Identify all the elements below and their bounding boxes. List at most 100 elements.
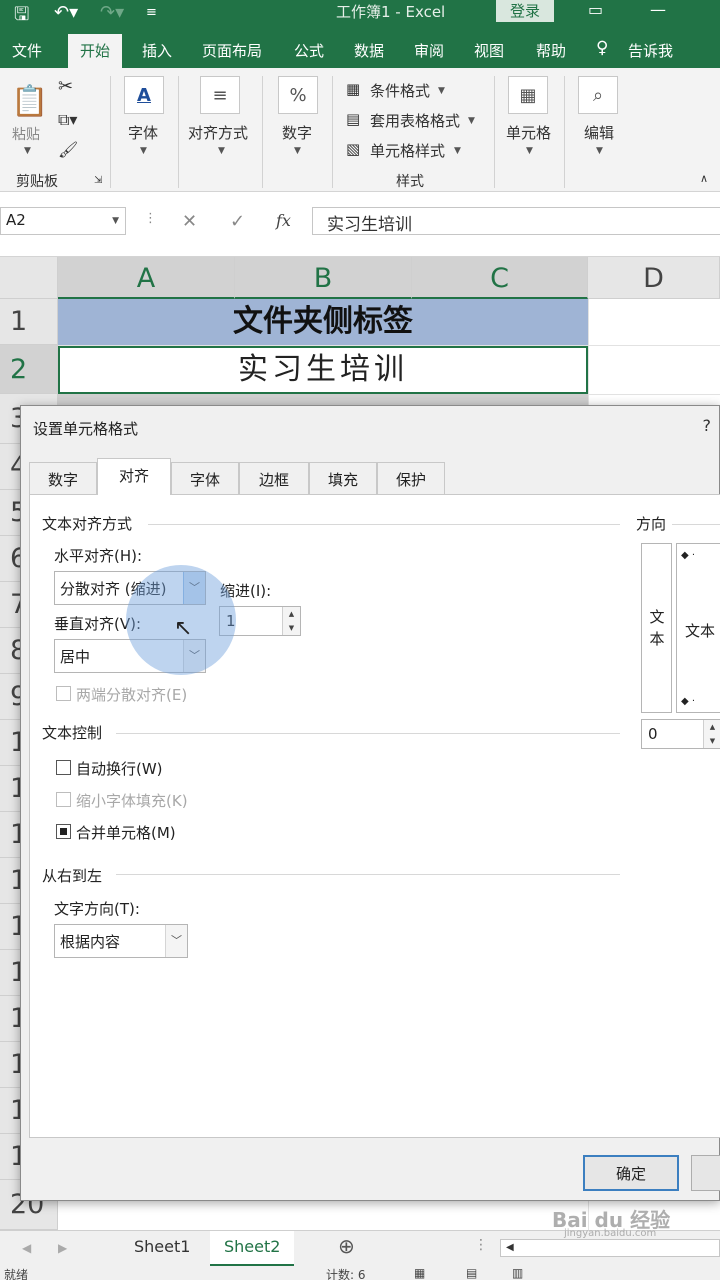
- tab-protection[interactable]: 保护: [377, 462, 445, 494]
- vertical-text-orientation[interactable]: 文本: [641, 543, 672, 713]
- justify-distributed-checkbox[interactable]: [56, 686, 71, 701]
- cancel-button[interactable]: [691, 1155, 720, 1191]
- degrees-spinner[interactable]: 0 ▲ ▼: [641, 719, 720, 749]
- chevron-down-icon[interactable]: ﹀: [183, 640, 205, 672]
- conditional-format-button[interactable]: 条件格式: [370, 80, 430, 101]
- format-painter-icon[interactable]: 🖌: [58, 140, 78, 159]
- normal-view-icon[interactable]: ▦: [414, 1266, 425, 1280]
- column-header-d[interactable]: D: [588, 257, 720, 299]
- tab-review[interactable]: 审阅: [414, 40, 444, 61]
- number-caret-icon[interactable]: ▼: [294, 146, 301, 156]
- row-header-1[interactable]: 1: [0, 299, 58, 345]
- paste-caret-icon[interactable]: ▼: [24, 146, 31, 156]
- cell-a1-merged[interactable]: 文件夹侧标签: [58, 299, 588, 345]
- cell-style-caret-icon[interactable]: ▼: [454, 146, 461, 156]
- font-button[interactable]: 字体: [128, 122, 158, 143]
- tab-tell-me[interactable]: 告诉我: [628, 40, 673, 61]
- minimize-icon[interactable]: —: [650, 0, 666, 19]
- font-caret-icon[interactable]: ▼: [140, 146, 147, 156]
- scroll-left-arrow-icon[interactable]: ◀: [506, 1242, 514, 1253]
- login-button[interactable]: 登录: [496, 0, 554, 22]
- tab-insert[interactable]: 插入: [142, 40, 172, 61]
- copy-icon[interactable]: ⧉▾: [58, 110, 77, 130]
- sheet-tab-sheet1[interactable]: Sheet1: [134, 1237, 190, 1256]
- cancel-icon[interactable]: ✕: [182, 211, 197, 232]
- horizontal-scrollbar[interactable]: [500, 1239, 720, 1257]
- formula-input[interactable]: 实习生培训: [312, 207, 720, 235]
- cells-caret-icon[interactable]: ▼: [526, 146, 533, 156]
- chevron-down-icon[interactable]: ﹀: [183, 572, 205, 604]
- alignment-button[interactable]: 对齐方式: [188, 122, 248, 143]
- column-header-b[interactable]: B: [235, 257, 412, 299]
- tab-font[interactable]: 字体: [171, 462, 239, 494]
- column-header-c[interactable]: C: [412, 257, 588, 299]
- row-header-2[interactable]: 2: [0, 345, 58, 394]
- alignment-icon[interactable]: ≡: [200, 76, 240, 114]
- customize-quick-access-icon[interactable]: ≡: [146, 5, 157, 20]
- indent-spinner[interactable]: 1 ▲ ▼: [219, 606, 301, 636]
- spin-up-icon[interactable]: ▲: [703, 720, 720, 734]
- table-format-caret-icon[interactable]: ▼: [468, 116, 475, 126]
- page-break-view-icon[interactable]: ▥: [512, 1266, 523, 1280]
- tab-help[interactable]: 帮助: [536, 40, 566, 61]
- scroll-left-icon[interactable]: ◀: [22, 1241, 31, 1255]
- tab-page-layout[interactable]: 页面布局: [202, 40, 262, 61]
- column-header-a[interactable]: A: [58, 257, 235, 299]
- editing-caret-icon[interactable]: ▼: [596, 146, 603, 156]
- spin-down-icon[interactable]: ▼: [282, 621, 300, 635]
- table-format-button[interactable]: 套用表格格式: [370, 110, 460, 131]
- cells-button[interactable]: 单元格: [506, 122, 551, 143]
- cell-style-icon[interactable]: ▧: [346, 140, 360, 158]
- select-all-corner[interactable]: [0, 257, 58, 299]
- table-format-icon[interactable]: ▤: [346, 110, 360, 128]
- spin-up-icon[interactable]: ▲: [282, 607, 300, 621]
- tab-home[interactable]: 开始: [68, 34, 123, 68]
- merge-cells-checkbox[interactable]: [56, 824, 71, 839]
- cells-icon[interactable]: ▦: [508, 76, 548, 114]
- tab-data[interactable]: 数据: [354, 40, 384, 61]
- ok-button[interactable]: 确定: [583, 1155, 679, 1191]
- clipboard-launcher-icon[interactable]: ⇲: [94, 175, 102, 186]
- shrink-to-fit-checkbox[interactable]: [56, 792, 71, 807]
- paste-button[interactable]: 粘贴: [12, 124, 40, 144]
- redo-icon[interactable]: ↷▾: [100, 2, 124, 23]
- ribbon-display-icon[interactable]: ▭: [588, 0, 603, 19]
- tab-fill[interactable]: 填充: [309, 462, 377, 494]
- paste-icon[interactable]: 📋: [10, 82, 50, 120]
- lightbulb-icon[interactable]: ♀: [596, 38, 608, 58]
- cell-style-button[interactable]: 单元格样式: [370, 140, 445, 161]
- font-icon[interactable]: A: [124, 76, 164, 114]
- rotation-dial[interactable]: ◆ · 文本 ◆ ·: [676, 543, 720, 713]
- vertical-select[interactable]: 居中 ﹀: [54, 639, 206, 673]
- name-box-dropdown-icon[interactable]: ▼: [112, 216, 119, 226]
- tab-formulas[interactable]: 公式: [294, 40, 324, 61]
- sheet-tab-sheet2[interactable]: Sheet2: [210, 1231, 295, 1267]
- tab-file[interactable]: 文件: [12, 40, 42, 61]
- help-button[interactable]: ?: [703, 416, 712, 435]
- editing-button[interactable]: 编辑: [584, 122, 614, 143]
- tab-alignment[interactable]: 对齐: [97, 458, 171, 495]
- undo-icon[interactable]: ↶▾: [54, 2, 78, 23]
- tab-number[interactable]: 数字: [29, 462, 97, 494]
- spin-down-icon[interactable]: ▼: [703, 734, 720, 748]
- page-layout-view-icon[interactable]: ▤: [466, 1266, 477, 1280]
- enter-icon[interactable]: ✓: [230, 211, 245, 232]
- cut-icon[interactable]: ✂: [58, 76, 73, 97]
- name-box[interactable]: A2 ▼: [0, 207, 126, 235]
- number-button[interactable]: 数字: [282, 122, 312, 143]
- add-sheet-icon[interactable]: ⊕: [338, 1234, 355, 1258]
- conditional-format-icon[interactable]: ▦: [346, 80, 360, 98]
- alignment-caret-icon[interactable]: ▼: [218, 146, 225, 156]
- tab-border[interactable]: 边框: [239, 462, 309, 494]
- tab-view[interactable]: 视图: [474, 40, 504, 61]
- chevron-down-icon[interactable]: ﹀: [165, 925, 187, 957]
- insert-function-icon[interactable]: fx: [276, 211, 291, 230]
- text-direction-select[interactable]: 根据内容 ﹀: [54, 924, 188, 958]
- conditional-format-caret-icon[interactable]: ▼: [438, 86, 445, 96]
- wrap-text-checkbox[interactable]: [56, 760, 71, 775]
- horizontal-select[interactable]: 分散对齐 (缩进) ﹀: [54, 571, 206, 605]
- collapse-ribbon-icon[interactable]: ∧: [700, 172, 708, 185]
- cell-a2-merged[interactable]: 实习生培训: [58, 346, 588, 394]
- tab-splitter-icon[interactable]: ⋮: [474, 1237, 488, 1253]
- percent-icon[interactable]: %: [278, 76, 318, 114]
